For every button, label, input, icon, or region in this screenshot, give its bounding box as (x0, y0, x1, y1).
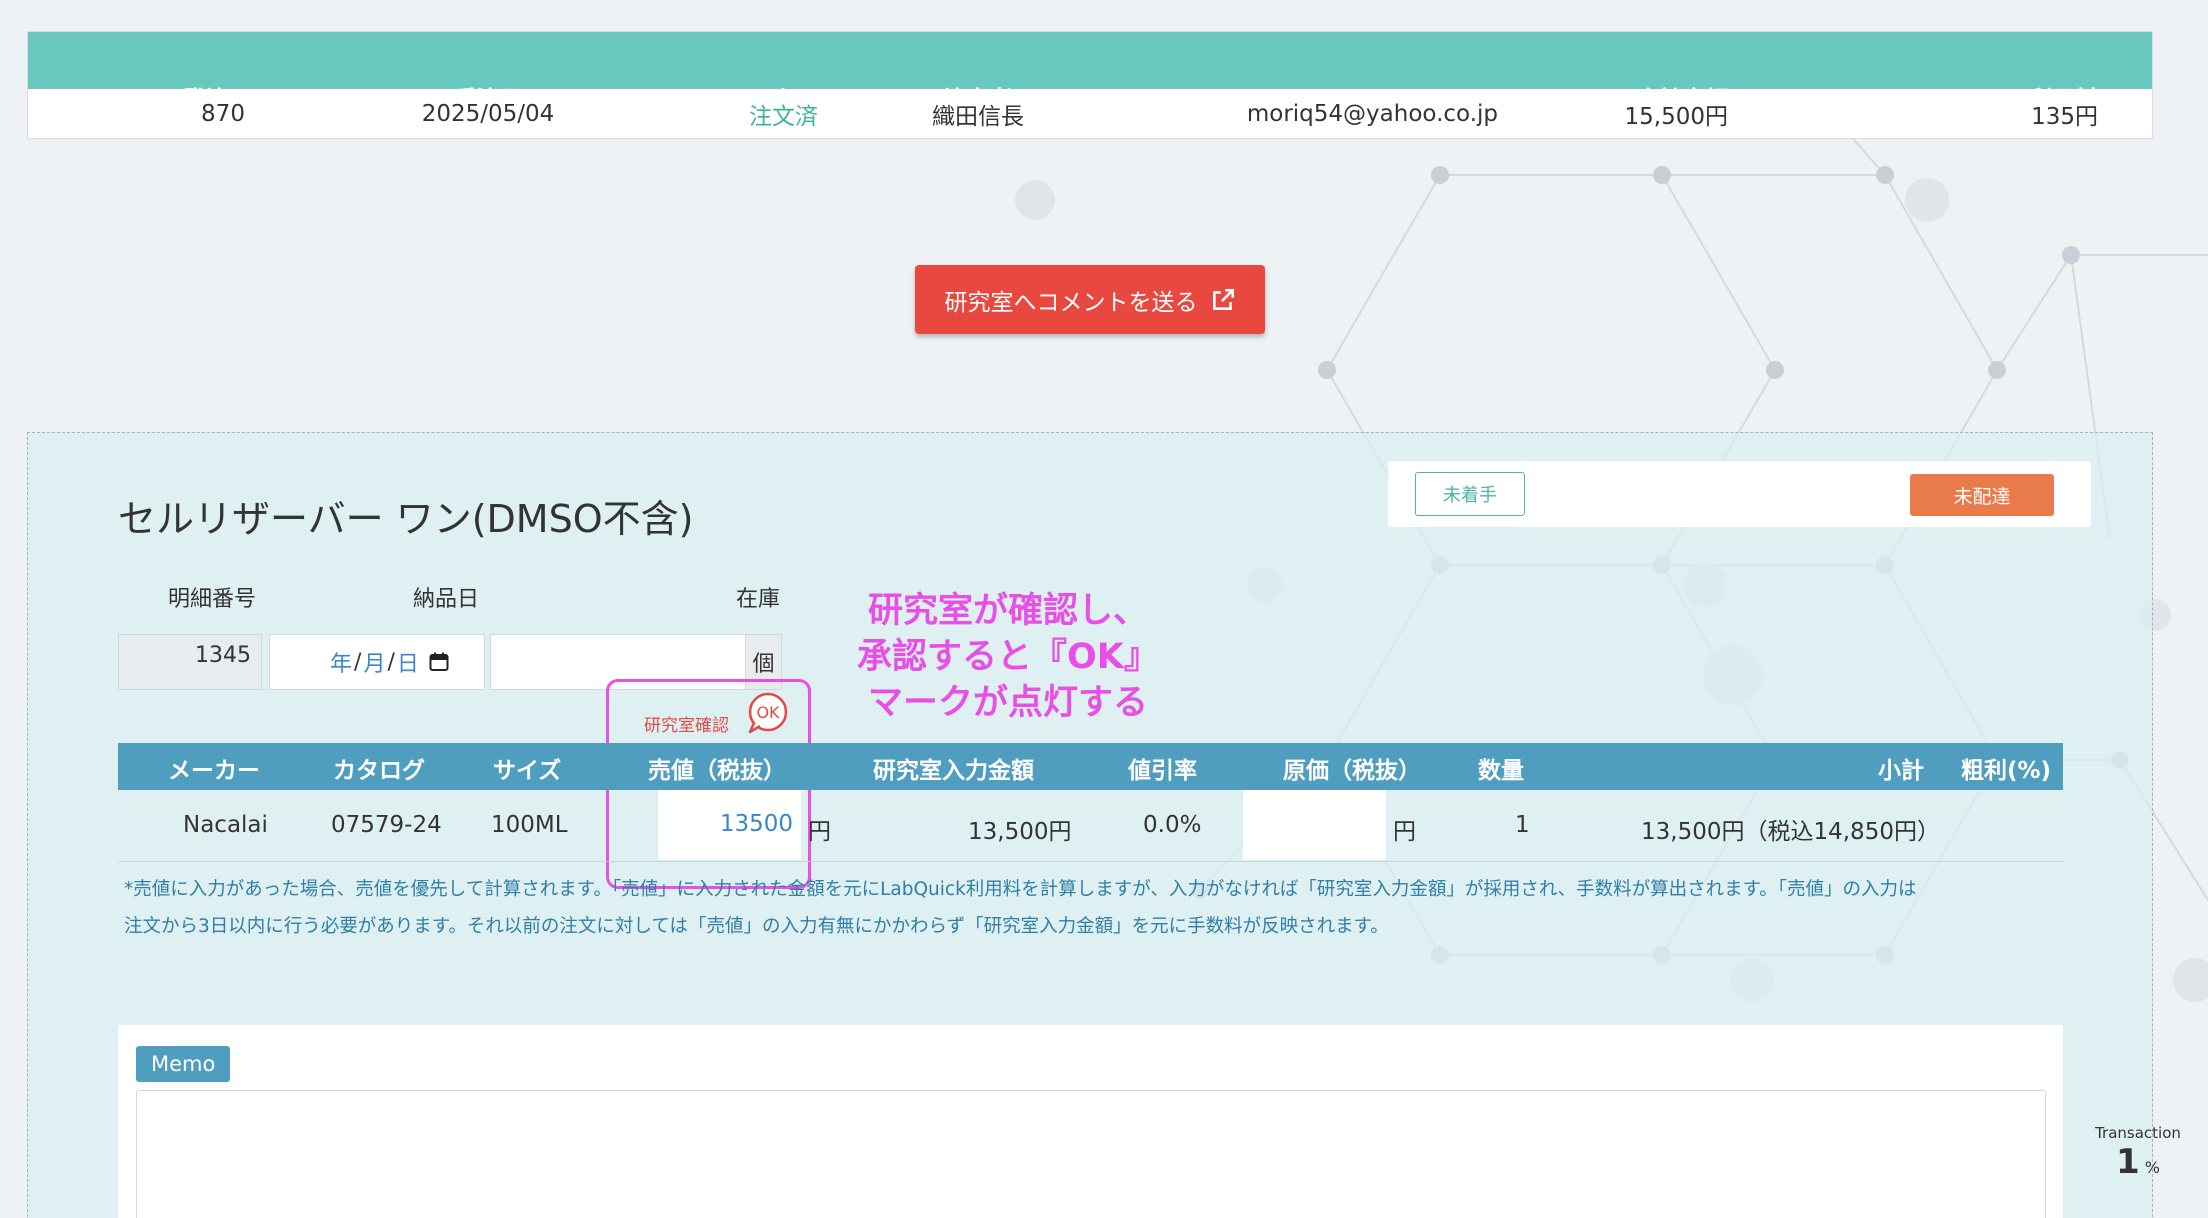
memo-textarea[interactable] (136, 1090, 2046, 1218)
send-comment-label: 研究室へコメントを送る (944, 289, 1198, 316)
header-qty: 数量 (1478, 758, 1524, 784)
detail-no-label: 明細番号 (168, 587, 257, 612)
detail-no-field: 1345 (118, 634, 262, 690)
sale-price-input[interactable]: 13500 (658, 790, 801, 860)
order-no: 870 (201, 101, 245, 127)
header-margin: 粗利(%) (1961, 758, 2052, 784)
delivery-date-label: 納品日 (413, 587, 480, 612)
product-table-header: メーカー カタログ サイズ 売値（税抜） 研究室入力金額 値引率 原価（税抜） … (118, 743, 2063, 790)
orderer-name: 織田信長 (932, 104, 1024, 130)
annotation-line-1: 研究室が確認し、 (867, 591, 1148, 631)
header-catalog: カタログ (333, 758, 425, 784)
transaction-unit: % (2144, 1158, 2160, 1177)
maker-cell: Nacalai (183, 812, 268, 838)
order-total: 15,500円 (1624, 104, 1728, 130)
received-date: 2025/05/04 (421, 101, 555, 127)
table-row: 870 2025/05/04 注文済 織田信長 moriq54@yahoo.co… (28, 89, 2152, 139)
calendar-icon[interactable] (429, 652, 449, 672)
item-panel: セルリザーバー ワン(DMSO不含) 未着手 未配達 明細番号 納品日 在庫 1… (27, 432, 2153, 1218)
header-cost: 原価（税抜） (1283, 758, 1421, 784)
order-table-header: 発注No 受注日 ステータス 注文者 メール 合計金額 LabQuick利用料 (28, 32, 2152, 113)
memo-label: Memo (136, 1046, 231, 1082)
orderer-mail: moriq54@yahoo.co.jp (1246, 101, 1498, 127)
sale-price-unit: 円 (808, 819, 831, 845)
undelivered-button[interactable]: 未配達 (1910, 474, 2054, 516)
stock-label: 在庫 (736, 587, 781, 612)
header-maker: メーカー (168, 758, 260, 784)
item-title: セルリザーバー ワン(DMSO不含) (118, 497, 694, 541)
header-lab-amount: 研究室入力金額 (873, 758, 1034, 784)
date-year-placeholder: 年 (330, 652, 353, 677)
annotation-line-3: マークが点灯する (867, 683, 1148, 723)
transaction-value: 1 (2116, 1142, 2140, 1182)
external-link-icon (1212, 288, 1234, 310)
cost-unit: 円 (1393, 819, 1416, 845)
size-cell: 100ML (491, 812, 568, 838)
labquick-fee: 135円 (2031, 104, 2098, 130)
date-sep: / (354, 649, 362, 675)
date-month-placeholder: 月 (363, 652, 386, 677)
delivery-date-input[interactable]: 年 / 月 / 日 (269, 634, 485, 690)
header-subtotal: 小計 (1878, 758, 1924, 784)
status-box: 未着手 未配達 (1388, 461, 2091, 527)
pricing-note-line-1: *売値に入力があった場合、売値を優先して計算されます。「売値」に入力された金額を… (124, 879, 1917, 900)
cost-input[interactable] (1243, 790, 1386, 860)
subtotal-cell: 13,500円（税込14,850円） (1641, 819, 1940, 845)
pricing-note: *売値に入力があった場合、売値を優先して計算されます。「売値」に入力された金額を… (124, 871, 2064, 945)
catalog-cell: 07579-24 (331, 812, 442, 838)
ok-stamp-text: OK (756, 703, 780, 722)
date-day-placeholder: 日 (396, 652, 419, 677)
header-discount: 値引率 (1128, 758, 1197, 784)
row-divider (118, 861, 2063, 862)
lab-amount-cell: 13,500円 (968, 819, 1072, 845)
header-size: サイズ (493, 758, 562, 784)
ok-stamp-icon: OK (748, 692, 788, 734)
header-sale-price: 売値（税抜） (648, 758, 786, 784)
table-row: Nacalai 07579-24 100ML 13500 円 13,500円 0… (118, 790, 2063, 862)
memo-box: Memo (118, 1025, 2063, 1218)
lab-confirm-label: 研究室確認 (644, 716, 729, 736)
annotation-line-2: 承認すると『OK』 (857, 637, 1159, 677)
annotation-callout: 研究室が確認し、 承認すると『OK』 マークが点灯する (843, 588, 1173, 726)
discount-cell: 0.0% (1143, 812, 1202, 838)
status-badge: 注文済 (749, 104, 818, 130)
pricing-note-line-2: 注文から3日以内に行う必要があります。それ以前の注文に対しては「売値」の入力有無… (124, 916, 1389, 937)
transaction-indicator: Transaction 1 % (2093, 1124, 2183, 1182)
qty-cell: 1 (1515, 812, 1530, 838)
unstarted-button[interactable]: 未着手 (1415, 472, 1525, 516)
transaction-label: Transaction (2095, 1124, 2181, 1142)
send-comment-button[interactable]: 研究室へコメントを送る (915, 265, 1265, 334)
order-summary-table: 発注No 受注日 ステータス 注文者 メール 合計金額 LabQuick利用料 … (27, 31, 2153, 139)
date-sep: / (387, 649, 395, 675)
